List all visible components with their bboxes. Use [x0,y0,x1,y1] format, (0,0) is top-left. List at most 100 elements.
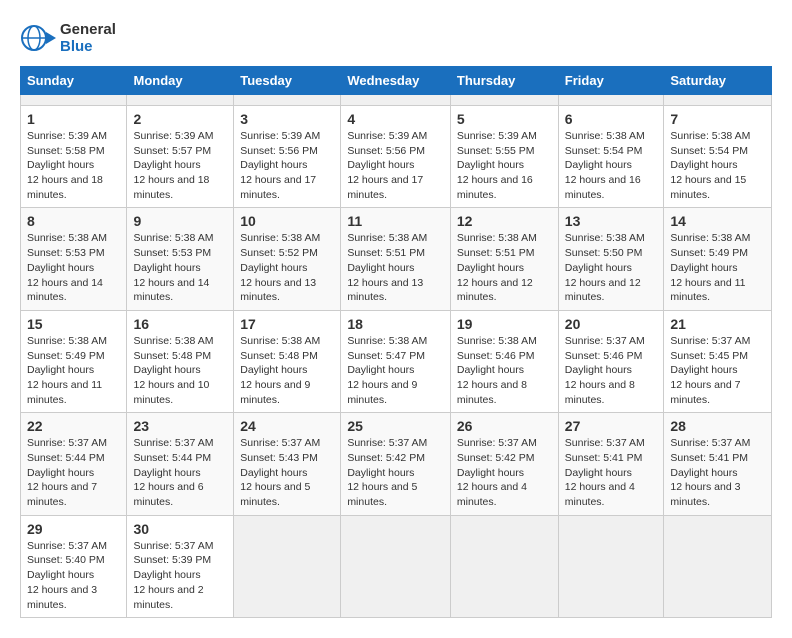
day-number: 15 [27,316,120,332]
day-info: Sunrise: 5:37 AMSunset: 5:44 PMDaylight … [133,436,227,509]
day-info: Sunrise: 5:37 AMSunset: 5:40 PMDaylight … [27,539,120,612]
calendar-cell: 12 Sunrise: 5:38 AMSunset: 5:51 PMDayligh… [450,208,558,310]
calendar-cell: 4 Sunrise: 5:39 AMSunset: 5:56 PMDaylight… [341,106,451,208]
calendar-cell [341,515,451,617]
calendar-cell: 11 Sunrise: 5:38 AMSunset: 5:51 PMDayligh… [341,208,451,310]
calendar-cell: 27 Sunrise: 5:37 AMSunset: 5:41 PMDayligh… [558,413,664,515]
calendar-cell [664,515,772,617]
header-friday: Friday [558,67,664,95]
calendar-table: SundayMondayTuesdayWednesdayThursdayFrid… [20,66,772,618]
week-row-2: 8 Sunrise: 5:38 AMSunset: 5:53 PMDaylight… [21,208,772,310]
day-info: Sunrise: 5:39 AMSunset: 5:58 PMDaylight … [27,129,120,202]
logo-blue: Blue [60,38,116,55]
day-info: Sunrise: 5:37 AMSunset: 5:41 PMDaylight … [565,436,658,509]
day-info: Sunrise: 5:38 AMSunset: 5:48 PMDaylight … [133,334,227,407]
calendar-cell: 21Sunrise: 5:37 AMSunset: 5:45 PMDayligh… [664,310,772,412]
week-row-5: 29 Sunrise: 5:37 AMSunset: 5:40 PMDayligh… [21,515,772,617]
day-number: 27 [565,418,658,434]
day-info: Sunrise: 5:38 AMSunset: 5:51 PMDaylight … [457,231,552,304]
day-number: 29 [27,521,120,537]
day-number: 12 [457,213,552,229]
calendar-cell: 9Sunrise: 5:38 AMSunset: 5:53 PMDaylight… [127,208,234,310]
calendar-cell: 8 Sunrise: 5:38 AMSunset: 5:53 PMDaylight… [21,208,127,310]
day-info: Sunrise: 5:37 AMSunset: 5:46 PMDaylight … [565,334,658,407]
day-number: 2 [133,111,227,127]
calendar-cell: 1 Sunrise: 5:39 AMSunset: 5:58 PMDaylight… [21,106,127,208]
logo-globe-icon [20,20,56,56]
week-row-0 [21,95,772,106]
day-info: Sunrise: 5:38 AMSunset: 5:47 PMDaylight … [347,334,444,407]
week-row-4: 22 Sunrise: 5:37 AMSunset: 5:44 PMDayligh… [21,413,772,515]
calendar-cell [450,515,558,617]
calendar-cell [664,95,772,106]
day-info: Sunrise: 5:37 AMSunset: 5:42 PMDaylight … [457,436,552,509]
day-info: Sunrise: 5:38 AMSunset: 5:54 PMDaylight … [670,129,765,202]
week-row-3: 15 Sunrise: 5:38 AMSunset: 5:49 PMDayligh… [21,310,772,412]
calendar-header-row: SundayMondayTuesdayWednesdayThursdayFrid… [21,67,772,95]
day-info: Sunrise: 5:38 AMSunset: 5:54 PMDaylight … [565,129,658,202]
logo-general: General [60,21,116,38]
calendar-cell: 22 Sunrise: 5:37 AMSunset: 5:44 PMDayligh… [21,413,127,515]
day-number: 11 [347,213,444,229]
day-info: Sunrise: 5:37 AMSunset: 5:44 PMDaylight … [27,436,120,509]
logo: General Blue [20,20,116,56]
day-info: Sunrise: 5:37 AMSunset: 5:42 PMDaylight … [347,436,444,509]
day-info: Sunrise: 5:38 AMSunset: 5:53 PMDaylight … [27,231,120,304]
day-number: 23 [133,418,227,434]
header-thursday: Thursday [450,67,558,95]
day-info: Sunrise: 5:38 AMSunset: 5:49 PMDaylight … [670,231,765,304]
day-info: Sunrise: 5:38 AMSunset: 5:50 PMDaylight … [565,231,658,304]
day-number: 24 [240,418,334,434]
day-info: Sunrise: 5:37 AMSunset: 5:39 PMDaylight … [133,539,227,612]
calendar-cell: 24Sunrise: 5:37 AMSunset: 5:43 PMDayligh… [234,413,341,515]
header: General Blue [20,20,772,56]
calendar-cell: 14Sunrise: 5:38 AMSunset: 5:49 PMDayligh… [664,208,772,310]
day-number: 10 [240,213,334,229]
day-info: Sunrise: 5:38 AMSunset: 5:51 PMDaylight … [347,231,444,304]
day-number: 4 [347,111,444,127]
day-info: Sunrise: 5:39 AMSunset: 5:57 PMDaylight … [133,129,227,202]
calendar-cell [127,95,234,106]
header-monday: Monday [127,67,234,95]
day-info: Sunrise: 5:37 AMSunset: 5:41 PMDaylight … [670,436,765,509]
header-sunday: Sunday [21,67,127,95]
header-tuesday: Tuesday [234,67,341,95]
day-number: 3 [240,111,334,127]
calendar-cell [234,515,341,617]
day-info: Sunrise: 5:38 AMSunset: 5:48 PMDaylight … [240,334,334,407]
day-number: 22 [27,418,120,434]
calendar-cell: 23 Sunrise: 5:37 AMSunset: 5:44 PMDayligh… [127,413,234,515]
day-number: 13 [565,213,658,229]
day-number: 9 [133,213,227,229]
calendar-cell [558,515,664,617]
day-number: 5 [457,111,552,127]
day-info: Sunrise: 5:39 AMSunset: 5:56 PMDaylight … [347,129,444,202]
day-number: 8 [27,213,120,229]
day-number: 20 [565,316,658,332]
day-number: 26 [457,418,552,434]
header-wednesday: Wednesday [341,67,451,95]
calendar-cell [234,95,341,106]
calendar-cell [450,95,558,106]
calendar-cell: 28Sunrise: 5:37 AMSunset: 5:41 PMDayligh… [664,413,772,515]
day-info: Sunrise: 5:38 AMSunset: 5:46 PMDaylight … [457,334,552,407]
calendar-cell: 17 Sunrise: 5:38 AMSunset: 5:48 PMDayligh… [234,310,341,412]
day-number: 18 [347,316,444,332]
calendar-cell: 6Sunrise: 5:38 AMSunset: 5:54 PMDaylight… [558,106,664,208]
calendar-cell [341,95,451,106]
calendar-cell [558,95,664,106]
day-number: 30 [133,521,227,537]
calendar-cell [21,95,127,106]
calendar-cell: 18 Sunrise: 5:38 AMSunset: 5:47 PMDayligh… [341,310,451,412]
day-info: Sunrise: 5:37 AMSunset: 5:45 PMDaylight … [670,334,765,407]
calendar-cell: 25Sunrise: 5:37 AMSunset: 5:42 PMDayligh… [341,413,451,515]
day-info: Sunrise: 5:38 AMSunset: 5:49 PMDaylight … [27,334,120,407]
day-number: 17 [240,316,334,332]
day-number: 19 [457,316,552,332]
calendar-cell: 13 Sunrise: 5:38 AMSunset: 5:50 PMDayligh… [558,208,664,310]
header-saturday: Saturday [664,67,772,95]
calendar-cell: 30 Sunrise: 5:37 AMSunset: 5:39 PMDayligh… [127,515,234,617]
logo-container: General Blue [20,20,116,56]
day-number: 1 [27,111,120,127]
calendar-cell: 26 Sunrise: 5:37 AMSunset: 5:42 PMDayligh… [450,413,558,515]
